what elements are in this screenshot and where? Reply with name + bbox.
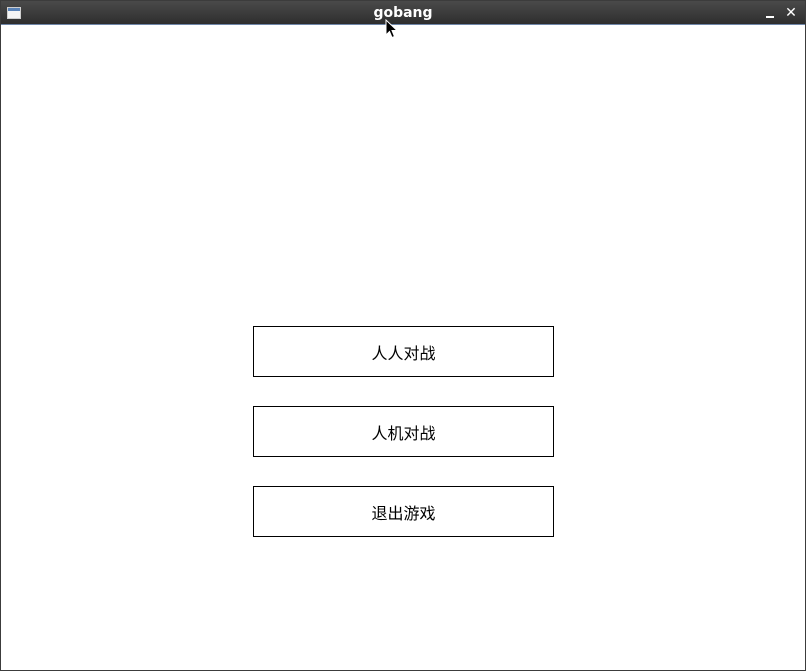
pve-button-label: 人机对战 — [371, 423, 436, 443]
mouse-cursor-icon — [385, 19, 399, 39]
close-button[interactable]: ✕ — [782, 4, 800, 22]
minimize-button[interactable] — [761, 4, 779, 22]
minimize-icon — [766, 16, 774, 18]
app-window: gobang ✕ 人人对战 人机对战 退出游戏 — [0, 0, 806, 671]
window-title: gobang — [373, 5, 433, 21]
close-icon: ✕ — [785, 5, 797, 21]
title-bar[interactable]: gobang ✕ — [1, 1, 805, 25]
pvp-button-label: 人人对战 — [371, 343, 436, 363]
pvp-button[interactable]: 人人对战 — [253, 326, 554, 377]
main-menu-area: 人人对战 人机对战 退出游戏 — [1, 25, 805, 670]
pve-button[interactable]: 人机对战 — [253, 406, 554, 457]
exit-game-button[interactable]: 退出游戏 — [253, 486, 554, 537]
exit-game-button-label: 退出游戏 — [371, 503, 436, 523]
